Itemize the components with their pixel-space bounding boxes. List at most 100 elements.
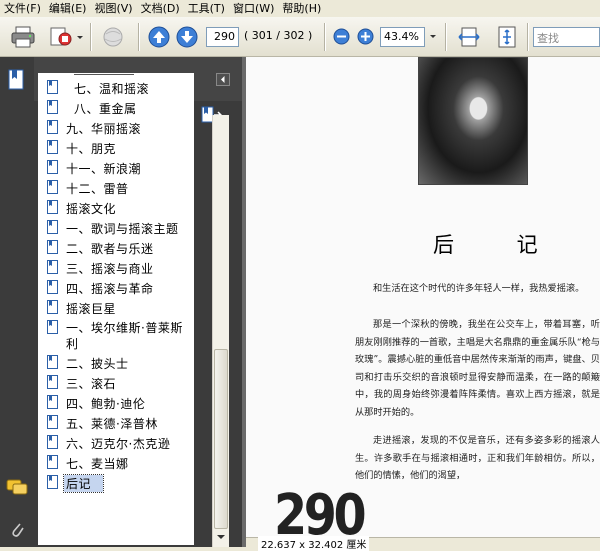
menu-bar: 文件(F) 编辑(E) 视图(V) 文档(D) 工具(T) 窗口(W) 帮助(H… (0, 0, 600, 16)
bookmark-label: 八、重金属 (74, 102, 137, 116)
status-bar: 22.637 x 32.402 厘米 (246, 536, 600, 551)
bookmark-item[interactable]: 二、歌者与乐迷 (38, 239, 194, 257)
document-photo (418, 57, 528, 185)
bookmark-item[interactable]: 四、鲍勃·迪伦 (38, 394, 194, 412)
bookmark-icon (47, 475, 58, 489)
bookmark-item[interactable]: 后记 (38, 474, 194, 493)
document-heading: 后 记 (433, 233, 566, 257)
bookmark-label: 四、摇滚与革命 (66, 282, 154, 296)
bookmark-label: 三、摇滚与商业 (66, 262, 154, 276)
bookmark-icon (47, 220, 58, 234)
navigation-strip (0, 57, 34, 547)
bookmark-icon (47, 240, 58, 254)
bookmark-scrollbar[interactable] (212, 115, 229, 547)
search-input[interactable]: 查找 (533, 27, 600, 47)
fit-page-icon[interactable] (494, 25, 520, 49)
bookmark-item[interactable]: 十、朋克 (38, 139, 194, 157)
bookmark-label: 六、迈克尔·杰克逊 (66, 437, 171, 451)
bookmark-label: 二、歌者与乐迷 (66, 242, 154, 256)
bookmark-icon (47, 180, 58, 194)
scrollbar-thumb[interactable] (214, 349, 228, 529)
bookmark-icon (47, 260, 58, 274)
bookmark-item[interactable]: 一、埃尔维斯·普莱斯利 (38, 319, 194, 351)
collaborate-icon (100, 25, 126, 49)
menu-document[interactable]: 文档(D) (139, 0, 186, 16)
document-paragraph-2: 那是一个深秋的傍晚，我坐在公交车上，带着耳塞，听朋友刚刚推荐的一首歌，主唱是大名… (355, 319, 600, 418)
bookmark-icon (47, 200, 58, 214)
bookmark-icon (47, 280, 58, 294)
bookmark-icon (47, 415, 58, 429)
bookmark-label: 一、埃尔维斯·普莱斯利 (66, 321, 183, 351)
zoom-in-icon[interactable] (357, 28, 374, 45)
document-paragraph-1: 和生活在这个时代的许多年轻人一样，我热爱摇滚。 (373, 283, 585, 294)
bookmark-label: 摇滚文化 (66, 202, 117, 216)
menu-file[interactable]: 文件(F) (2, 0, 47, 16)
menu-tools[interactable]: 工具(T) (186, 0, 231, 16)
bookmark-icon (47, 320, 58, 334)
page-number-input[interactable]: 290 (206, 27, 239, 47)
bookmark-tree: 七、温和摇滚 八、重金属九、华丽摇滚 十、朋克十一、新浪潮 十二、雷普摇滚文化一、歌词… (38, 73, 194, 545)
bookmark-item[interactable]: 七、温和摇滚 (38, 79, 194, 97)
bookmark-label: 四、鲍勃·迪伦 (66, 397, 146, 411)
bookmark-label: 七、温和摇滚 (74, 82, 150, 96)
previous-page-icon[interactable] (148, 26, 170, 48)
bookmark-label: 十二、雷普 (66, 182, 129, 196)
bookmark-label: 七、麦当娜 (66, 457, 129, 471)
page-dimensions: 22.637 x 32.402 厘米 (258, 536, 370, 551)
bookmark-item[interactable]: 摇滚巨星 (38, 299, 194, 317)
menu-edit[interactable]: 编辑(E) (47, 0, 93, 16)
menu-help[interactable]: 帮助(H) (280, 0, 327, 16)
bookmark-icon (47, 160, 58, 174)
bookmark-item[interactable]: 八、重金属 (38, 99, 194, 117)
bookmark-item[interactable]: 一、歌词与摇滚主题 (38, 219, 194, 237)
bookmark-label: 摇滚巨星 (66, 302, 117, 316)
share-dropdown-icon[interactable] (77, 36, 83, 39)
bookmark-icon (47, 100, 58, 114)
bookmark-icon (47, 140, 58, 154)
menu-window[interactable]: 窗口(W) (231, 0, 280, 16)
document-paragraph-3: 走进摇滚，发现的不仅是音乐，还有多姿多彩的摇滚人生。许多歌手在与摇滚相通时，正和… (355, 435, 600, 482)
page-count: ( 301 / 302 ) (244, 29, 313, 42)
bookmark-label: 九、华丽摇滚 (66, 122, 142, 136)
bookmark-label: 后记 (62, 474, 105, 493)
menu-view[interactable]: 视图(V) (92, 0, 138, 16)
bookmark-icon (47, 300, 58, 314)
bookmark-item[interactable]: 三、滚石 (38, 374, 194, 392)
attachment-icon[interactable] (9, 519, 25, 542)
bookmark-label: 二、披头士 (66, 357, 129, 371)
bookmark-icon (47, 80, 58, 94)
zoom-out-icon[interactable] (333, 28, 350, 45)
bookmark-item[interactable]: 二、披头士 (38, 354, 194, 372)
bookmark-icon (47, 435, 58, 449)
bookmark-label: 三、滚石 (66, 377, 117, 391)
share-icon[interactable] (48, 25, 74, 49)
next-page-icon[interactable] (176, 26, 198, 48)
printer-icon[interactable] (10, 25, 36, 49)
clipped-bookmark-label (74, 73, 134, 75)
bookmark-icon (47, 395, 58, 409)
toolbar: 290 ( 301 / 302 ) 43.4% 查找 (0, 17, 600, 57)
bookmark-item[interactable]: 五、莱德·泽普林 (38, 414, 194, 432)
bookmark-icon (47, 375, 58, 389)
bookmark-item[interactable]: 十二、雷普 (38, 179, 194, 197)
scroll-down-arrow-icon[interactable] (217, 535, 225, 539)
bookmark-label: 五、莱德·泽普林 (66, 417, 158, 431)
fit-width-icon[interactable] (456, 25, 482, 49)
bookmark-icon (47, 455, 58, 469)
bookmark-item[interactable]: 三、摇滚与商业 (38, 259, 194, 277)
bookmark-item[interactable]: 摇滚文化 (38, 199, 194, 217)
bookmark-item[interactable]: 九、华丽摇滚 (38, 119, 194, 137)
bookmark-icon (47, 355, 58, 369)
bookmark-item[interactable]: 七、麦当娜 (38, 454, 194, 472)
bookmark-item[interactable]: 十一、新浪潮 (38, 159, 194, 177)
bookmarks-tab-icon[interactable] (8, 69, 26, 94)
bookmark-item[interactable]: 四、摇滚与革命 (38, 279, 194, 297)
bookmark-label: 十一、新浪潮 (66, 162, 142, 176)
bookmark-item[interactable]: 六、迈克尔·杰克逊 (38, 434, 194, 452)
comments-icon[interactable] (6, 479, 28, 500)
bookmark-label: 十、朋克 (66, 142, 117, 156)
bookmark-label: 一、歌词与摇滚主题 (66, 222, 179, 236)
zoom-dropdown-icon[interactable] (430, 35, 436, 38)
zoom-input[interactable]: 43.4% (380, 27, 425, 47)
collapse-panel-button[interactable] (216, 73, 230, 86)
